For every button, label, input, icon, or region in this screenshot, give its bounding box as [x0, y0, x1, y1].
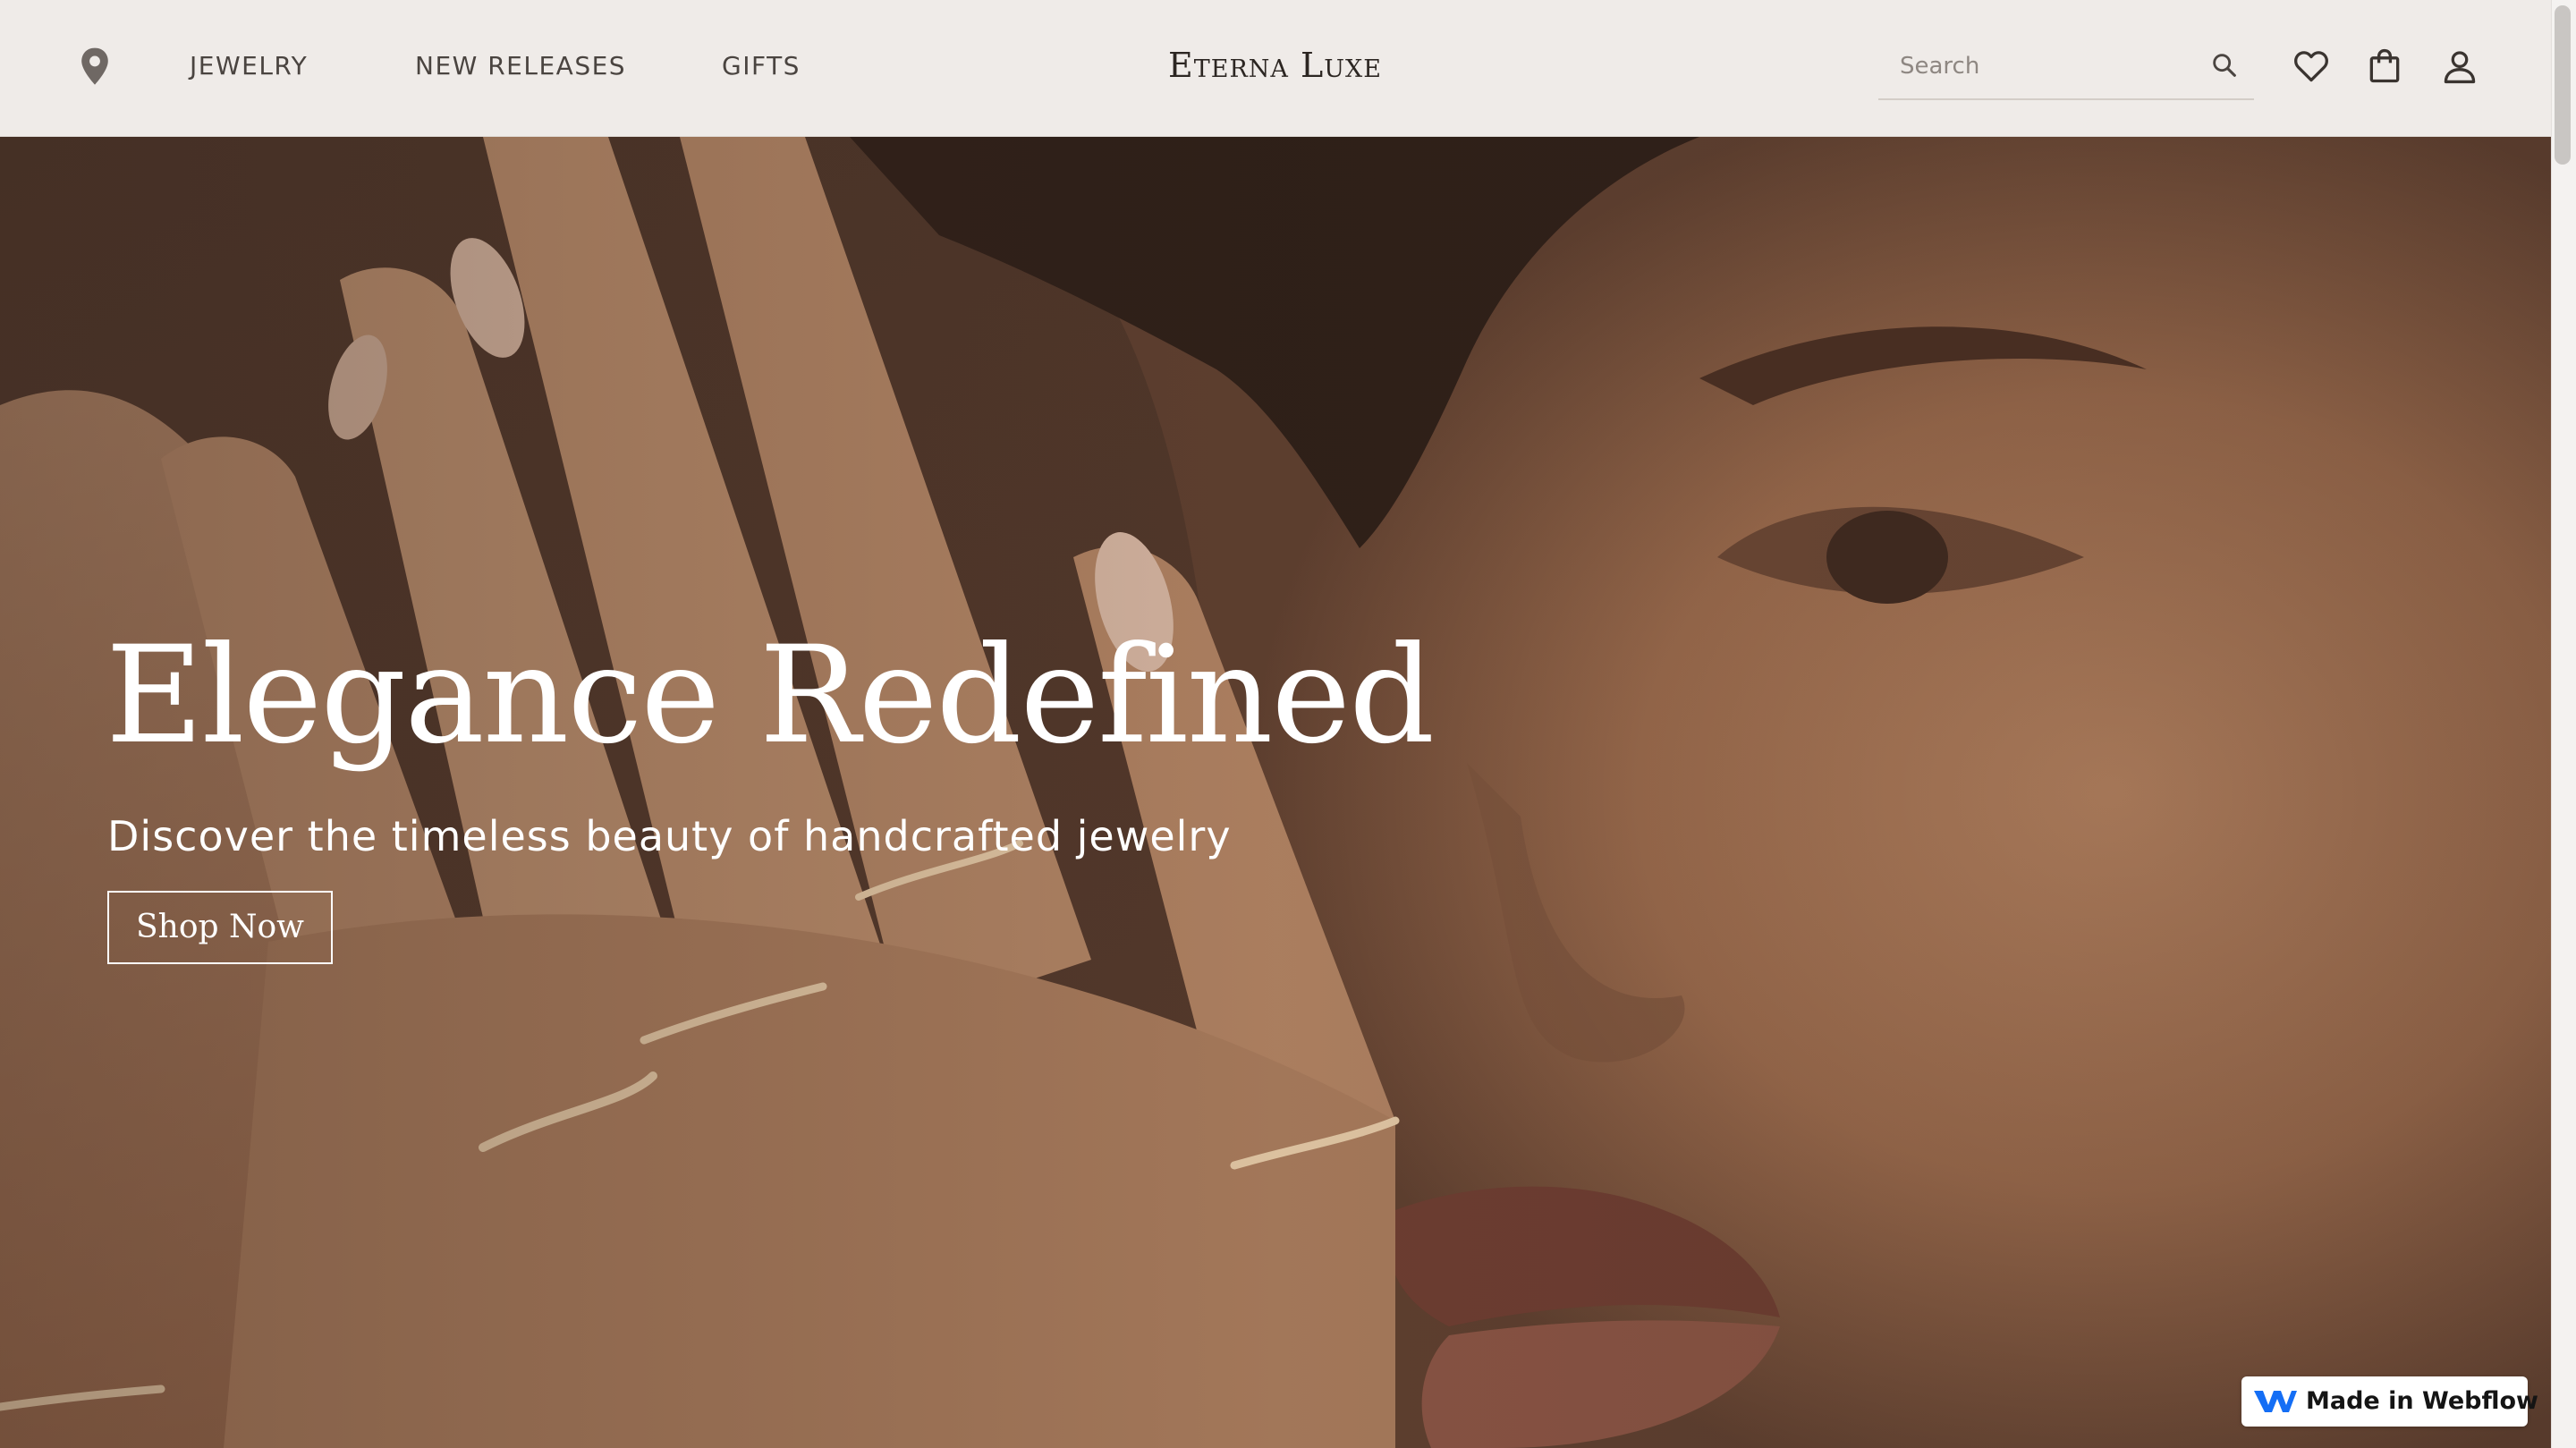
site-header: JEWELRY NEW RELEASES GIFTS Eterna Luxe: [0, 0, 2551, 137]
scrollbar-thumb[interactable]: [2555, 5, 2571, 165]
hero-subtitle: Discover the timeless beauty of handcraf…: [107, 812, 1232, 860]
search-input[interactable]: [1878, 39, 2204, 93]
nav-link-jewelry[interactable]: JEWELRY: [190, 48, 308, 84]
brand-logo[interactable]: Eterna Luxe: [1168, 41, 1381, 89]
webflow-logo-icon: [2254, 1391, 2297, 1412]
scrollbar-track[interactable]: [2551, 0, 2576, 1448]
badge-label: Made in Webflow: [2306, 1387, 2538, 1415]
hero-title: Elegance Redefined: [106, 618, 1435, 774]
map-pin-icon[interactable]: [77, 47, 113, 88]
hero-image: [0, 137, 2551, 1448]
heart-icon[interactable]: [2292, 47, 2331, 86]
shop-now-button[interactable]: Shop Now: [107, 891, 333, 964]
search-icon[interactable]: [2209, 50, 2240, 80]
user-icon[interactable]: [2440, 47, 2479, 86]
shopping-bag-icon[interactable]: [2365, 47, 2404, 86]
search-box: [1878, 39, 2254, 100]
made-in-webflow-badge[interactable]: Made in Webflow: [2241, 1376, 2538, 1427]
nav-link-gifts[interactable]: GIFTS: [722, 48, 801, 84]
page: JEWELRY NEW RELEASES GIFTS Eterna Luxe S…: [0, 0, 2576, 1448]
nav-link-new-releases[interactable]: NEW RELEASES: [415, 48, 626, 84]
hero-banner: Elegance Redefined Discover the timeless…: [0, 137, 2551, 1448]
